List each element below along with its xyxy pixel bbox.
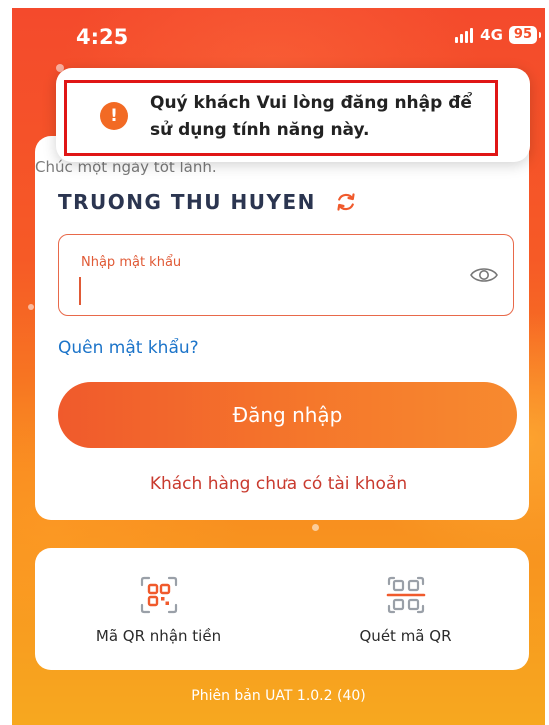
login-button[interactable]: Đăng nhập [58, 382, 517, 448]
network-type: 4G [480, 26, 503, 44]
no-account-link[interactable]: Khách hàng chưa có tài khoản [12, 474, 545, 494]
qr-scan-icon [386, 576, 425, 614]
username: TRUONG THU HUYEN [58, 190, 316, 214]
quick-actions-card: Mã QR nhận tiền Quét mã QR [35, 548, 529, 670]
signal-icon [455, 27, 474, 43]
app-version: Phiên bản UAT 1.0.2 (40) [191, 688, 366, 704]
battery-icon: 95 [508, 26, 542, 44]
qr-receive-label: Mã QR nhận tiền [95, 627, 222, 645]
background-dot [28, 304, 34, 310]
password-label: Nhập mật khẩu [81, 255, 182, 270]
refresh-icon[interactable] [334, 190, 358, 214]
scan-qr-button[interactable]: Quét mã QR [282, 548, 529, 670]
alert-icon: ! [100, 102, 128, 130]
username-row: TRUONG THU HUYEN [58, 190, 358, 214]
qr-receive-button[interactable]: Mã QR nhận tiền [35, 548, 282, 670]
status-time: 4:25 [76, 25, 129, 49]
toast-message: Quý khách Vui lòng đăng nhập để sử dụng … [150, 93, 472, 140]
forgot-password-link[interactable]: Quên mật khẩu? [58, 338, 199, 358]
background-dot [312, 524, 319, 531]
qr-code-icon [140, 576, 177, 614]
scan-qr-label: Quét mã QR [359, 627, 452, 645]
password-input[interactable] [79, 277, 449, 305]
app-screen: 4:25 4G 95 Chúc một ngày tốt lành. TRUON… [12, 8, 545, 725]
login-required-toast: ! Quý khách Vui lòng đăng nhập để sử dụn… [56, 68, 530, 162]
eye-icon[interactable] [469, 263, 499, 287]
status-indicators: 4G 95 [455, 26, 542, 44]
password-field[interactable]: Nhập mật khẩu [58, 234, 514, 316]
